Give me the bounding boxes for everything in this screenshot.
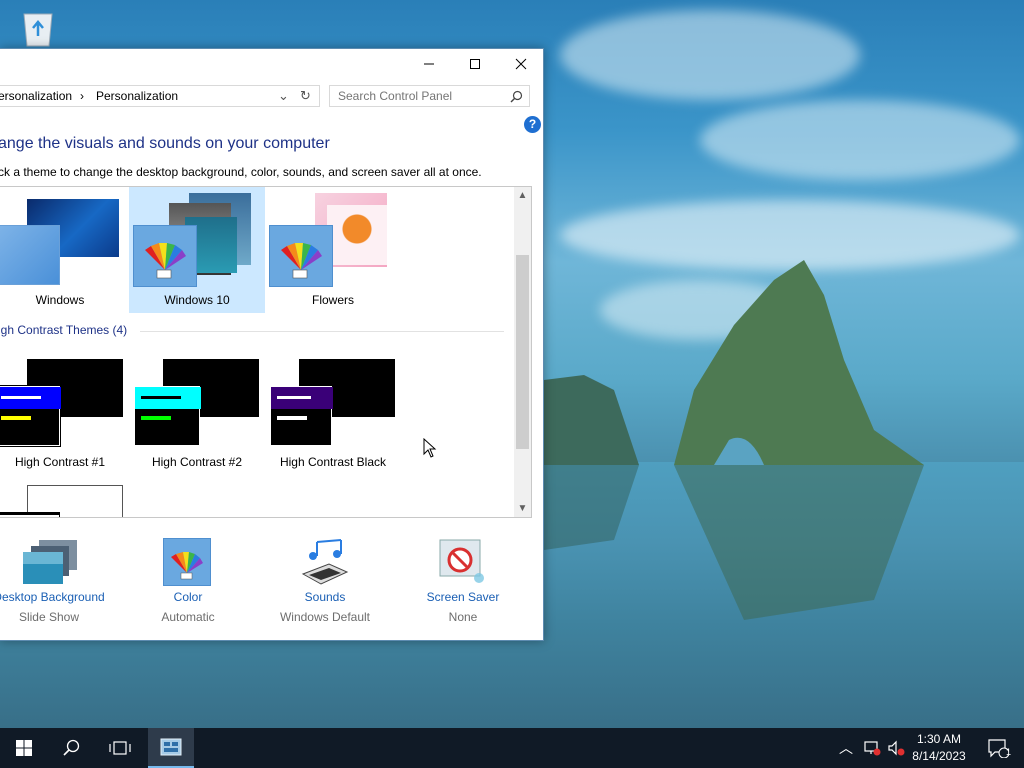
rock-formation	[544, 260, 924, 620]
network-disconnected-icon	[864, 741, 881, 756]
text-line	[141, 416, 171, 420]
clock-time: 1:30 AM	[916, 732, 962, 746]
maximize-button[interactable]	[452, 49, 498, 79]
theme-preview-flower	[327, 205, 387, 265]
theme-windows-10[interactable]: Windows 10	[129, 187, 265, 313]
taskbar: ︿ 1:30 AM 8/14/2023 1	[0, 728, 1024, 768]
bottom-link-label[interactable]: Sounds	[255, 590, 395, 604]
theme-high-contrast-2[interactable]: High Contrast #2	[129, 353, 265, 471]
taskbar-clock[interactable]: 1:30 AM 8/14/2023	[902, 731, 976, 765]
cloud	[560, 10, 860, 100]
color-palette-icon	[133, 225, 197, 287]
desktop-background-link[interactable]: Desktop Background Slide Show	[0, 534, 119, 634]
start-button[interactable]	[0, 728, 48, 768]
theme-label: High Contrast #1	[14, 455, 106, 469]
cloud	[700, 100, 1020, 180]
theme-preview-window	[0, 225, 60, 285]
bottom-link-label[interactable]: Desktop Background	[0, 590, 119, 604]
bottom-link-value: Slide Show	[18, 610, 80, 624]
theme-label: Windows 10	[164, 293, 230, 307]
show-hidden-icons-chevron-up-icon[interactable]: ︿	[836, 728, 856, 768]
maximize-icon	[470, 59, 480, 69]
search-icon	[63, 739, 80, 756]
theme-high-contrast-1[interactable]: High Contrast #1	[0, 353, 128, 471]
sounds-icon	[301, 539, 349, 585]
minimize-icon	[424, 63, 434, 65]
task-view-icon	[109, 741, 131, 755]
notification-count: 1	[1006, 747, 1012, 757]
text-line	[1, 416, 31, 420]
chevron-down-icon[interactable]: ⌄	[278, 88, 289, 104]
recycle-bin-icon[interactable]	[18, 8, 58, 48]
theme-label: High Contrast #2	[151, 455, 243, 469]
close-icon	[515, 58, 527, 70]
title-line	[277, 396, 311, 399]
mouse-cursor-icon	[423, 438, 437, 458]
title-line	[1, 396, 41, 399]
theme-high-contrast-black[interactable]: High Contrast Black	[265, 353, 401, 471]
themes-scrollbar[interactable]: ▲ ▼	[514, 187, 531, 517]
bottom-link-value: Windows Default	[279, 610, 371, 624]
desktop-background-icon	[23, 540, 77, 584]
theme-label: Windows	[35, 293, 85, 307]
theme-label: Flowers	[311, 293, 354, 307]
bottom-link-value: None	[448, 610, 478, 624]
page-title: ange the visuals and sounds on your comp…	[0, 135, 330, 152]
taskbar-control-panel[interactable]	[148, 728, 194, 768]
sounds-link[interactable]: Sounds Windows Default	[255, 534, 395, 634]
screen-saver-link[interactable]: Screen Saver None	[393, 534, 533, 634]
refresh-icon[interactable]: ↻	[300, 88, 311, 104]
page-description: ck a theme to change the desktop backgro…	[0, 165, 482, 179]
breadcrumb-separator-icon[interactable]: ›	[80, 89, 84, 103]
color-palette-icon	[269, 225, 333, 287]
theme-preview-window	[0, 385, 61, 447]
clock-date: 8/14/2023	[912, 749, 966, 763]
theme-flowers[interactable]: Flowers	[265, 187, 401, 313]
scroll-thumb[interactable]	[516, 255, 529, 449]
theme-high-contrast-white[interactable]	[0, 479, 128, 517]
search-button[interactable]	[48, 728, 96, 768]
themes-list[interactable]: Windows Windows 10 Flowers igh Contrast …	[0, 186, 532, 518]
bottom-link-value: Automatic	[161, 610, 215, 624]
minimize-button[interactable]	[406, 49, 452, 79]
title-line	[141, 396, 181, 399]
action-center-button[interactable]: 1	[978, 728, 1018, 768]
title-bar[interactable]	[0, 49, 543, 79]
section-divider	[140, 331, 504, 332]
personalization-window: ersonalization › Personalization ⌄ ↻ ? a…	[0, 48, 544, 641]
color-link[interactable]: Color Automatic	[118, 534, 258, 634]
breadcrumb-item[interactable]: Personalization	[96, 89, 178, 103]
bottom-link-label[interactable]: Color	[118, 590, 258, 604]
theme-windows[interactable]: Windows	[0, 187, 128, 313]
bottom-link-label[interactable]: Screen Saver	[393, 590, 533, 604]
theme-preview-window	[0, 512, 60, 517]
search-box[interactable]	[329, 85, 530, 107]
text-line	[277, 416, 307, 420]
theme-preview-window	[270, 386, 333, 446]
color-palette-icon	[163, 538, 211, 586]
scroll-up-icon[interactable]: ▲	[514, 187, 531, 204]
network-icon[interactable]	[860, 728, 884, 768]
search-icon[interactable]	[510, 90, 523, 103]
control-panel-icon	[160, 738, 182, 756]
breadcrumb-item[interactable]: ersonalization	[0, 89, 72, 103]
scroll-down-icon[interactable]: ▼	[514, 500, 531, 517]
close-button[interactable]	[498, 49, 543, 79]
task-view-button[interactable]	[96, 728, 144, 768]
screen-saver-icon	[439, 539, 484, 583]
help-icon[interactable]: ?	[524, 116, 541, 133]
address-bar[interactable]: ersonalization › Personalization ⌄ ↻	[0, 85, 320, 107]
theme-preview-window	[134, 386, 201, 446]
section-title-high-contrast: igh Contrast Themes (4)	[0, 323, 128, 337]
theme-label: High Contrast Black	[279, 455, 387, 469]
search-input[interactable]	[330, 86, 500, 106]
windows-logo-icon	[16, 740, 32, 756]
